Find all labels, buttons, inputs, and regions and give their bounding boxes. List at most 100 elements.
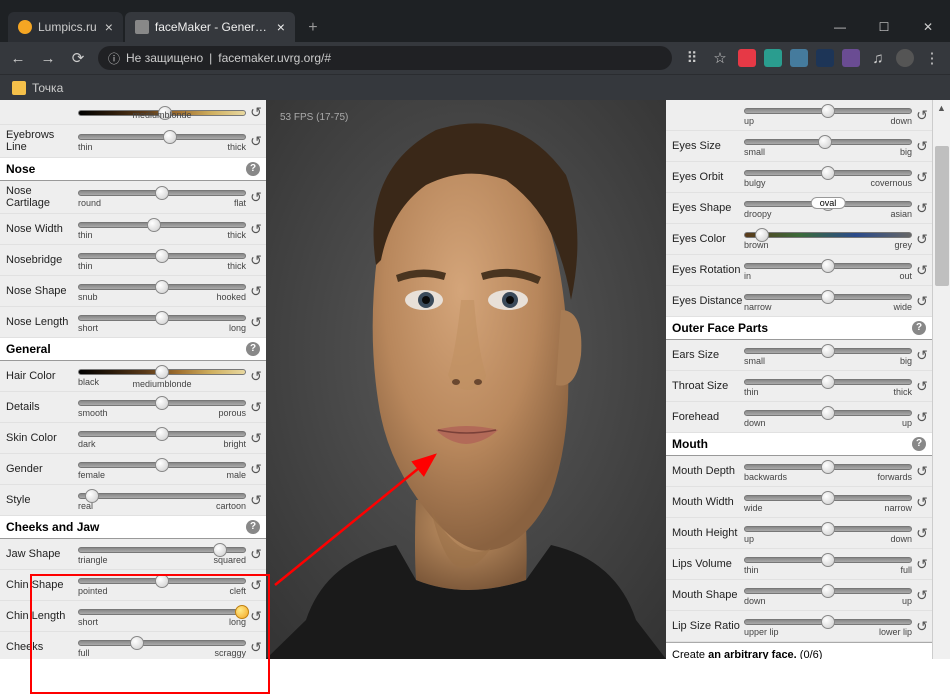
slider-handle[interactable] [155, 280, 169, 294]
reload-button[interactable]: ⟳ [68, 49, 88, 67]
slider-handle[interactable] [155, 396, 169, 410]
slider-track[interactable] [78, 222, 246, 228]
slider-track[interactable] [744, 232, 912, 238]
slider-track[interactable] [78, 284, 246, 290]
slider-handle[interactable] [163, 130, 177, 144]
undo-icon[interactable]: ↺ [914, 409, 930, 425]
scrollbar[interactable]: ▲ [932, 100, 950, 659]
slider-track[interactable] [78, 190, 246, 196]
undo-icon[interactable]: ↺ [914, 556, 930, 572]
close-icon[interactable]: × [277, 19, 285, 35]
slider-track[interactable] [78, 253, 246, 259]
undo-icon[interactable]: ↺ [248, 492, 264, 508]
avatar[interactable] [896, 49, 914, 67]
undo-icon[interactable]: ↺ [914, 262, 930, 278]
undo-icon[interactable]: ↺ [914, 587, 930, 603]
slider-handle[interactable] [821, 491, 835, 505]
slider-track[interactable] [78, 369, 246, 375]
back-button[interactable]: ← [8, 50, 28, 67]
slider-track[interactable] [744, 379, 912, 385]
slider-handle[interactable] [818, 135, 832, 149]
slider-handle[interactable] [155, 249, 169, 263]
undo-icon[interactable]: ↺ [248, 189, 264, 205]
forward-button[interactable]: → [38, 50, 58, 67]
slider-handle[interactable] [821, 290, 835, 304]
slider-track[interactable] [744, 526, 912, 532]
slider-handle[interactable] [155, 574, 169, 588]
undo-icon[interactable]: ↺ [914, 138, 930, 154]
slider-handle[interactable] [821, 344, 835, 358]
slider-track[interactable] [78, 578, 246, 584]
undo-icon[interactable]: ↺ [914, 378, 930, 394]
slider-track[interactable] [78, 640, 246, 646]
extension-icon[interactable] [738, 49, 756, 67]
slider-handle[interactable] [821, 375, 835, 389]
undo-icon[interactable]: ↺ [914, 169, 930, 185]
undo-icon[interactable]: ↺ [914, 200, 930, 216]
maximize-button[interactable]: ☐ [862, 12, 906, 42]
slider-track[interactable] [78, 547, 246, 553]
undo-icon[interactable]: ↺ [914, 494, 930, 510]
slider-handle[interactable] [213, 543, 227, 557]
slider-track[interactable] [78, 400, 246, 406]
undo-icon[interactable]: ↺ [248, 608, 264, 624]
slider-track[interactable] [744, 170, 912, 176]
slider-track[interactable] [78, 431, 246, 437]
slider-track[interactable] [744, 588, 912, 594]
slider-handle[interactable] [155, 365, 169, 379]
close-icon[interactable]: × [105, 19, 113, 35]
slider-track[interactable] [744, 348, 912, 354]
extension-icon[interactable] [790, 49, 808, 67]
slider-track[interactable] [744, 263, 912, 269]
slider-handle[interactable] [821, 406, 835, 420]
undo-icon[interactable]: ↺ [248, 399, 264, 415]
slider-handle[interactable] [821, 584, 835, 598]
undo-icon[interactable]: ↺ [248, 368, 264, 384]
scroll-thumb[interactable] [935, 146, 949, 286]
slider-track[interactable] [78, 134, 246, 140]
slider-track[interactable] [744, 495, 912, 501]
undo-icon[interactable]: ↺ [248, 430, 264, 446]
help-icon[interactable]: ? [246, 162, 260, 176]
slider-handle[interactable] [155, 186, 169, 200]
slider-track[interactable] [744, 619, 912, 625]
undo-icon[interactable]: ↺ [248, 577, 264, 593]
help-icon[interactable]: ? [912, 321, 926, 335]
slider-track[interactable] [78, 462, 246, 468]
undo-icon[interactable]: ↺ [248, 283, 264, 299]
slider-handle[interactable] [821, 522, 835, 536]
undo-icon[interactable]: ↺ [914, 347, 930, 363]
slider-handle[interactable] [155, 311, 169, 325]
tab-facemaker[interactable]: faceMaker - Generate your favo... × [125, 12, 295, 42]
slider-handle[interactable] [235, 605, 249, 619]
extension-icon[interactable] [764, 49, 782, 67]
undo-icon[interactable]: ↺ [248, 133, 264, 149]
slider-handle[interactable] [755, 228, 769, 242]
undo-icon[interactable]: ↺ [248, 461, 264, 477]
slider-track[interactable] [744, 294, 912, 300]
slider-track[interactable] [744, 410, 912, 416]
slider-handle[interactable] [155, 458, 169, 472]
slider-track[interactable] [78, 315, 246, 321]
slider-handle[interactable] [821, 259, 835, 273]
undo-icon[interactable]: ↺ [248, 104, 264, 120]
undo-icon[interactable]: ↺ [914, 293, 930, 309]
media-icon[interactable]: ♫ [868, 50, 888, 67]
undo-icon[interactable]: ↺ [248, 221, 264, 237]
undo-icon[interactable]: ↺ [914, 463, 930, 479]
help-icon[interactable]: ? [246, 342, 260, 356]
new-tab-button[interactable]: + [301, 16, 325, 40]
extension-icon[interactable] [816, 49, 834, 67]
slider-handle[interactable] [821, 104, 835, 118]
help-icon[interactable]: ? [912, 437, 926, 451]
3d-viewport[interactable]: 53 FPS (17-75) [266, 100, 666, 659]
slider-handle[interactable] [821, 553, 835, 567]
slider-track[interactable]: oval [744, 201, 912, 207]
translate-icon[interactable]: ⠿ [682, 49, 702, 67]
undo-icon[interactable]: ↺ [914, 525, 930, 541]
undo-icon[interactable]: ↺ [248, 314, 264, 330]
slider-handle[interactable] [821, 615, 835, 629]
slider-handle[interactable] [155, 427, 169, 441]
menu-icon[interactable]: ⋮ [922, 49, 942, 67]
close-window-button[interactable]: ✕ [906, 12, 950, 42]
